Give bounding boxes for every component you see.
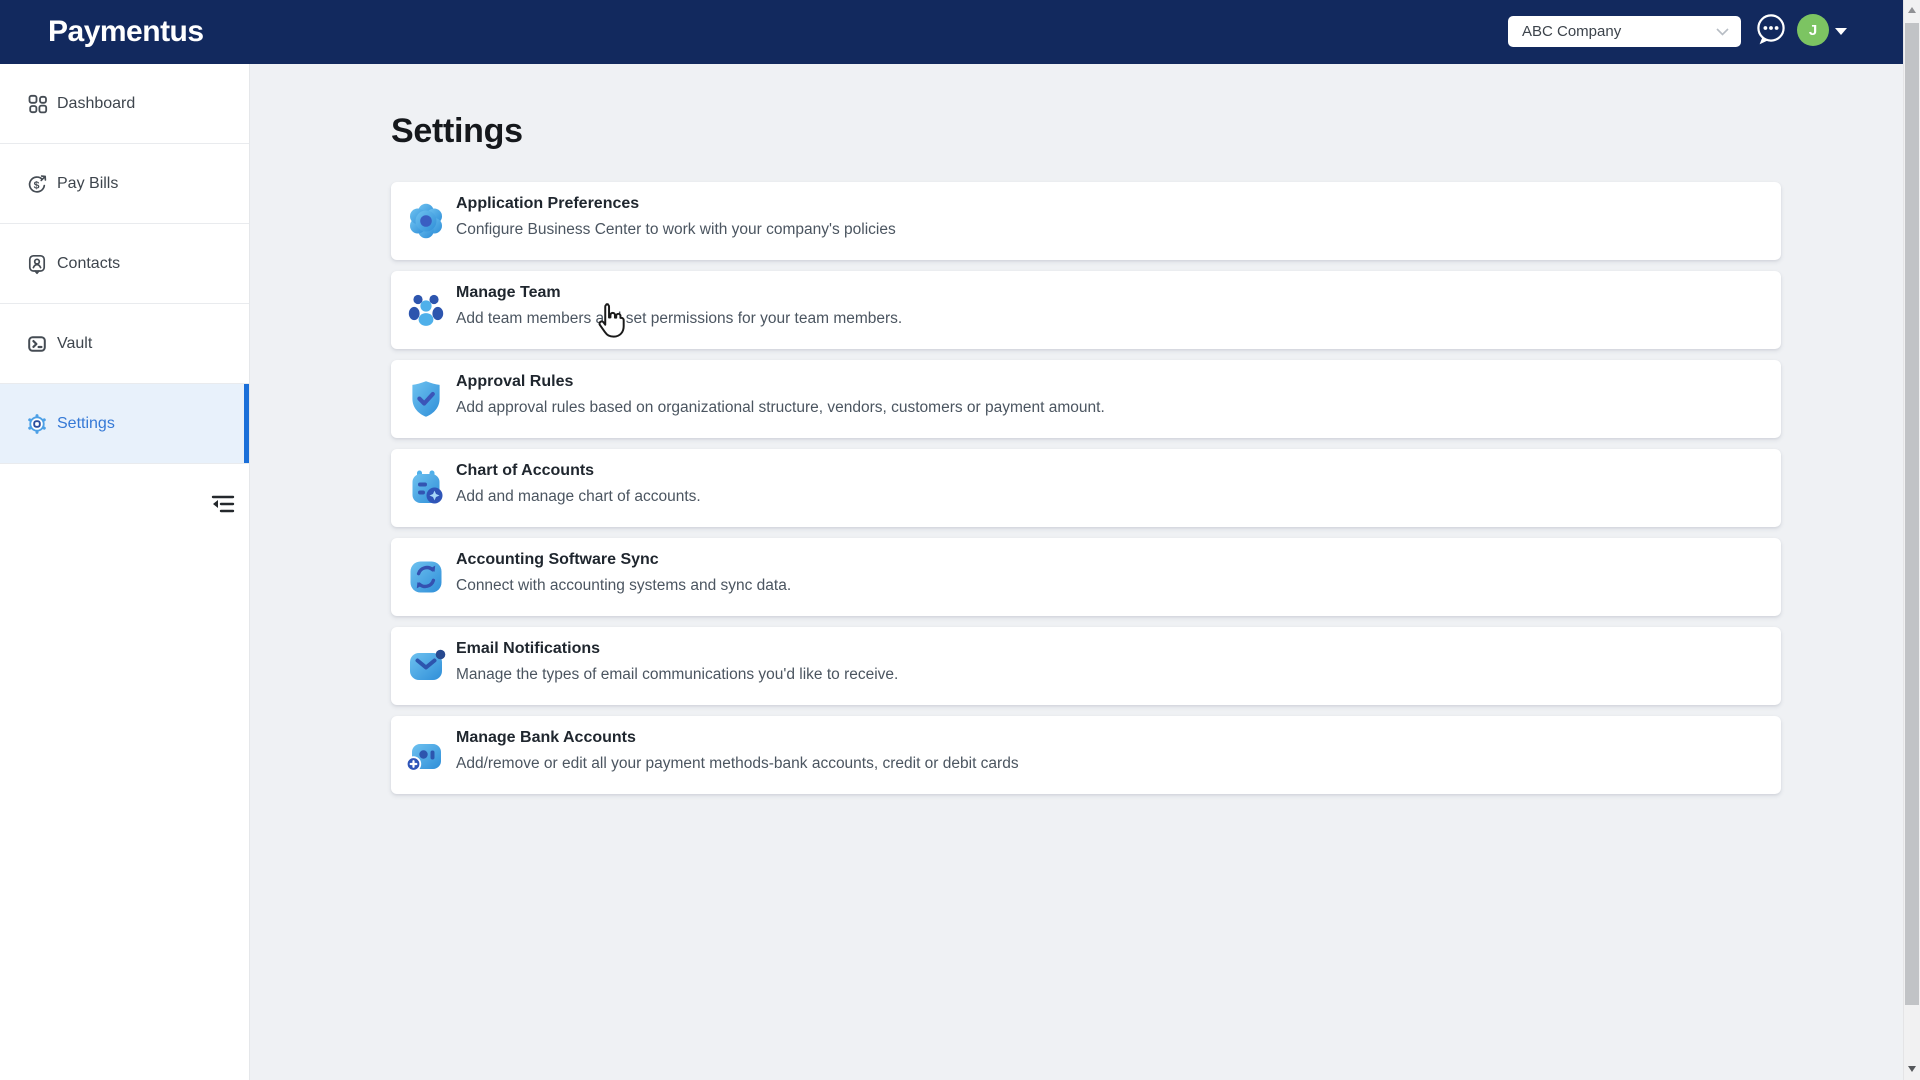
svg-text:$: $: [34, 179, 40, 191]
dashboard-grid-icon: [26, 93, 48, 115]
card-title: Accounting Software Sync: [456, 551, 659, 569]
sync-arrows-icon: [404, 555, 448, 599]
avatar-caret-down-icon[interactable]: [1835, 28, 1847, 35]
card-title: Email Notifications: [456, 640, 600, 658]
card-title: Manage Bank Accounts: [456, 729, 636, 747]
sidebar: Dashboard $ Pay Bills Contacts: [0, 64, 250, 1080]
scrollbar-down-arrow[interactable]: [1908, 1066, 1916, 1072]
sidebar-item-dashboard[interactable]: Dashboard: [0, 64, 249, 144]
sidebar-item-label: Settings: [57, 415, 115, 433]
card-title: Application Preferences: [456, 195, 639, 213]
card-description: Add team members and set permissions for…: [456, 310, 902, 328]
sidebar-item-label: Dashboard: [57, 95, 135, 113]
card-application-preferences[interactable]: Application Preferences Configure Busine…: [391, 182, 1781, 260]
sidebar-item-contacts[interactable]: Contacts: [0, 224, 249, 304]
card-accounting-software-sync[interactable]: Accounting Software Sync Connect with ac…: [391, 538, 1781, 616]
company-selector-value: ABC Company: [1522, 23, 1716, 40]
bank-accounts-icon: [404, 733, 448, 777]
sidebar-item-label: Vault: [57, 335, 92, 353]
preferences-gear-icon: [404, 199, 448, 243]
card-description: Manage the types of email communications…: [456, 666, 898, 684]
card-description: Add approval rules based on organization…: [456, 399, 1105, 417]
pay-bills-dollar-cycle-icon: $: [26, 173, 48, 195]
contacts-badge-icon: [26, 253, 48, 275]
sidebar-item-pay-bills[interactable]: $ Pay Bills: [0, 144, 249, 224]
paymentus-logo: Paymentus: [48, 0, 204, 64]
sidebar-item-vault[interactable]: Vault: [0, 304, 249, 384]
vertical-scrollbar[interactable]: [1903, 0, 1920, 1080]
settings-gear-icon: [26, 413, 48, 435]
chart-of-accounts-ledger-icon: [404, 466, 448, 510]
sidebar-item-settings[interactable]: Settings: [0, 384, 249, 464]
card-approval-rules[interactable]: Approval Rules Add approval rules based …: [391, 360, 1781, 438]
vault-terminal-icon: [26, 333, 48, 355]
team-people-icon: [404, 288, 448, 332]
card-description: Add/remove or edit all your payment meth…: [456, 755, 1019, 773]
avatar-initial: J: [1809, 22, 1817, 39]
card-title: Approval Rules: [456, 373, 573, 391]
card-description: Add and manage chart of accounts.: [456, 488, 701, 506]
chat-bubble-icon: [1753, 12, 1789, 50]
sidebar-item-label: Pay Bills: [57, 175, 118, 193]
top-bar: Paymentus ABC Company J: [0, 0, 1920, 64]
card-title: Chart of Accounts: [456, 462, 594, 480]
card-email-notifications[interactable]: Email Notifications Manage the types of …: [391, 627, 1781, 705]
page-title: Settings: [391, 112, 523, 151]
company-selector-dropdown[interactable]: ABC Company: [1508, 16, 1741, 47]
chevron-down-icon: [1716, 28, 1729, 36]
email-envelope-icon: [404, 644, 448, 688]
card-description: Configure Business Center to work with y…: [456, 221, 896, 239]
collapse-sidebar-icon: [210, 492, 236, 516]
user-avatar[interactable]: J: [1797, 14, 1829, 46]
collapse-sidebar-button[interactable]: [208, 490, 238, 518]
scrollbar-up-arrow[interactable]: [1908, 7, 1916, 13]
settings-card-list: Application Preferences Configure Busine…: [391, 182, 1781, 805]
card-chart-of-accounts[interactable]: Chart of Accounts Add and manage chart o…: [391, 449, 1781, 527]
sidebar-item-label: Contacts: [57, 255, 120, 273]
card-manage-team[interactable]: Manage Team Add team members and set per…: [391, 271, 1781, 349]
chat-button[interactable]: [1753, 12, 1789, 50]
card-description: Connect with accounting systems and sync…: [456, 577, 791, 595]
shield-check-icon: [404, 377, 448, 421]
scrollbar-thumb[interactable]: [1905, 23, 1919, 1005]
card-title: Manage Team: [456, 284, 561, 302]
card-manage-bank-accounts[interactable]: Manage Bank Accounts Add/remove or edit …: [391, 716, 1781, 794]
